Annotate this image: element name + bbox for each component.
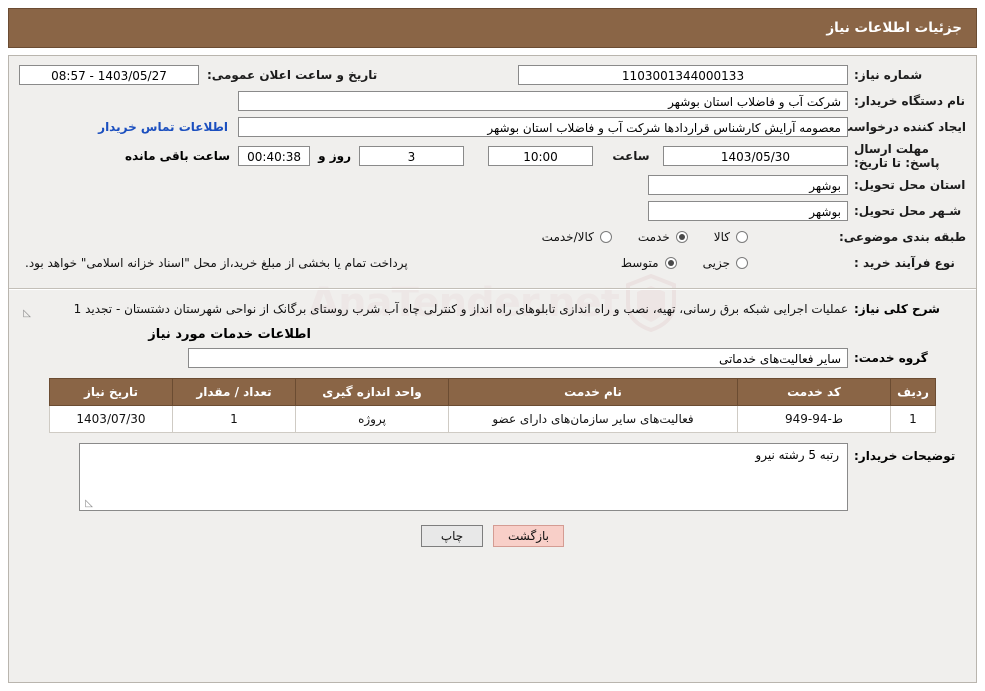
table-header-row: ردیف کد خدمت نام خدمت واحد اندازه گیری ت… xyxy=(49,378,936,406)
purchase-type-option-motevaset[interactable]: متوسط xyxy=(621,256,677,270)
radio-icon[interactable] xyxy=(736,231,748,243)
table-row: 1 ط-94-949 فعالیت‌های سایر سازمان‌های دا… xyxy=(49,405,936,433)
col-quantity: تعداد / مقدار xyxy=(172,378,296,406)
buyer-notes-label: توضیحات خریدار: xyxy=(854,449,956,463)
cell-unit: پروژه xyxy=(295,405,449,433)
col-name: نام خدمت xyxy=(448,378,738,406)
category-option-label: کالا/خدمت xyxy=(541,230,594,244)
description-label: شرح کلی نیاز: xyxy=(854,302,940,316)
row-buyer-notes: توضیحات خریدار: رتبه 5 رشته نیرو ◺ xyxy=(9,433,976,511)
purchase-type-option-label: جزیی xyxy=(702,256,730,270)
deadline-hour-value: 10:00 xyxy=(488,146,593,166)
radio-icon[interactable] xyxy=(675,231,688,243)
services-table-wrap: ردیف کد خدمت نام خدمت واحد اندازه گیری ت… xyxy=(9,376,976,433)
cell-name: فعالیت‌های سایر سازمان‌های دارای عضو xyxy=(448,405,738,433)
back-button[interactable]: بازگشت xyxy=(493,525,564,547)
need-number-value: 1103001344000133 xyxy=(518,65,848,85)
section-divider xyxy=(9,288,976,290)
radio-icon[interactable] xyxy=(664,257,677,269)
col-unit: واحد اندازه گیری xyxy=(295,378,449,406)
col-index: ردیف xyxy=(890,378,936,406)
details-panel: AnaTender.net شماره نیاز: 11030013440001… xyxy=(8,55,977,683)
top-form-section: شماره نیاز: 1103001344000133 تاریخ و ساع… xyxy=(9,56,976,282)
row-service-group: گروه خدمت: سایر فعالیت‌های خدماتی xyxy=(9,346,976,376)
deadline-date-value: 1403/05/30 xyxy=(663,146,848,166)
delivery-province-label: استان محل تحویل: xyxy=(854,178,966,192)
row-category: طبقه بندی موضوعی: کالا خدمت کالا/خدمت xyxy=(19,226,966,248)
category-option-kala-khedmat[interactable]: کالا/خدمت xyxy=(542,230,612,244)
purchase-type-option-label: متوسط xyxy=(620,256,659,270)
remaining-time-label: ساعت باقی مانده xyxy=(125,149,231,163)
row-buyer-org: نام دستگاه خریدار: شرکت آب و فاضلاب استا… xyxy=(19,90,966,112)
radio-icon[interactable] xyxy=(599,231,612,243)
announce-datetime-value: 1403/05/27 - 08:57 xyxy=(19,65,199,85)
purchase-note: پرداخت تمام یا بخشی از مبلغ خرید،از محل … xyxy=(25,256,408,270)
resize-grip-icon[interactable]: ◺ xyxy=(21,309,31,319)
category-label: طبقه بندی موضوعی: xyxy=(838,230,966,244)
row-requester: ایجاد کننده درخواست: معصومه آرایش کارشنا… xyxy=(19,116,966,138)
buyer-org-value: شرکت آب و فاضلاب استان بوشهر xyxy=(238,91,848,111)
col-date: تاریخ نیاز xyxy=(49,378,173,406)
buyer-contact-link[interactable]: اطلاعات تماس خریدار xyxy=(98,120,228,134)
row-delivery-province: استان محل تحویل: بوشهر xyxy=(19,174,966,196)
radio-icon[interactable] xyxy=(736,257,748,269)
page-title: جزئیات اطلاعات نیاز xyxy=(826,20,962,36)
need-number-label: شماره نیاز: xyxy=(854,68,923,82)
button-bar: بازگشت چاپ xyxy=(9,525,976,547)
requester-label: ایجاد کننده درخواست: xyxy=(836,120,966,134)
cell-index: 1 xyxy=(890,405,936,433)
category-option-label: کالا xyxy=(713,230,730,244)
buyer-org-label: نام دستگاه خریدار: xyxy=(854,94,965,108)
purchase-type-label: نوع فرآیند خرید : xyxy=(854,256,955,270)
cell-date: 1403/07/30 xyxy=(49,405,173,433)
purchase-type-option-jozei[interactable]: جزیی xyxy=(703,256,748,270)
buyer-notes-textarea[interactable]: رتبه 5 رشته نیرو ◺ xyxy=(79,443,848,511)
buyer-notes-value: رتبه 5 رشته نیرو xyxy=(755,448,839,462)
page-root: جزئیات اطلاعات نیاز AnaTender.net شماره … xyxy=(0,0,985,691)
remaining-days-label: روز و xyxy=(318,149,351,163)
remaining-days-value: 3 xyxy=(359,146,464,166)
category-option-kala[interactable]: کالا xyxy=(714,230,748,244)
category-option-label: خدمت xyxy=(637,230,670,244)
deadline-hour-label: ساعت xyxy=(612,149,650,163)
row-description: شرح کلی نیاز: عملیات اجرایی شبکه برق رسا… xyxy=(9,298,976,319)
delivery-province-value: بوشهر xyxy=(648,175,848,195)
row-deadline: مهلت ارسال پاسخ: تا تاریخ: 1403/05/30 سا… xyxy=(19,142,966,170)
service-group-value: سایر فعالیت‌های خدماتی xyxy=(188,348,848,368)
row-delivery-city: شـهر محل تحویل: بوشهر xyxy=(19,200,966,222)
cell-quantity: 1 xyxy=(172,405,296,433)
resize-grip-icon[interactable]: ◺ xyxy=(83,499,93,509)
page-header: جزئیات اطلاعات نیاز xyxy=(8,8,977,48)
description-value: عملیات اجرایی شبکه برق رسانی، تهیه، نصب … xyxy=(73,302,848,316)
row-need-number: شماره نیاز: 1103001344000133 تاریخ و ساع… xyxy=(19,64,966,86)
category-option-khedmat[interactable]: خدمت xyxy=(638,230,688,244)
service-group-label: گروه خدمت: xyxy=(854,351,928,365)
delivery-city-label: شـهر محل تحویل: xyxy=(854,204,962,218)
services-section-title: اطلاعات خدمات مورد نیاز xyxy=(148,327,311,342)
services-table: ردیف کد خدمت نام خدمت واحد اندازه گیری ت… xyxy=(49,378,936,433)
col-code: کد خدمت xyxy=(737,378,891,406)
requester-value: معصومه آرایش کارشناس قراردادها شرکت آب و… xyxy=(238,117,848,137)
print-button[interactable]: چاپ xyxy=(421,525,483,547)
remaining-time-value: 00:40:38 xyxy=(238,146,311,166)
description-text: عملیات اجرایی شبکه برق رسانی، تهیه، نصب … xyxy=(19,298,848,319)
cell-code: ط-94-949 xyxy=(737,405,891,433)
delivery-city-value: بوشهر xyxy=(648,201,848,221)
announce-datetime-label: تاریخ و ساعت اعلان عمومی: xyxy=(207,68,378,82)
row-purchase-type: نوع فرآیند خرید : جزیی متوسط پرداخت تمام… xyxy=(19,252,966,274)
deadline-label: مهلت ارسال پاسخ: تا تاریخ: xyxy=(854,142,940,170)
